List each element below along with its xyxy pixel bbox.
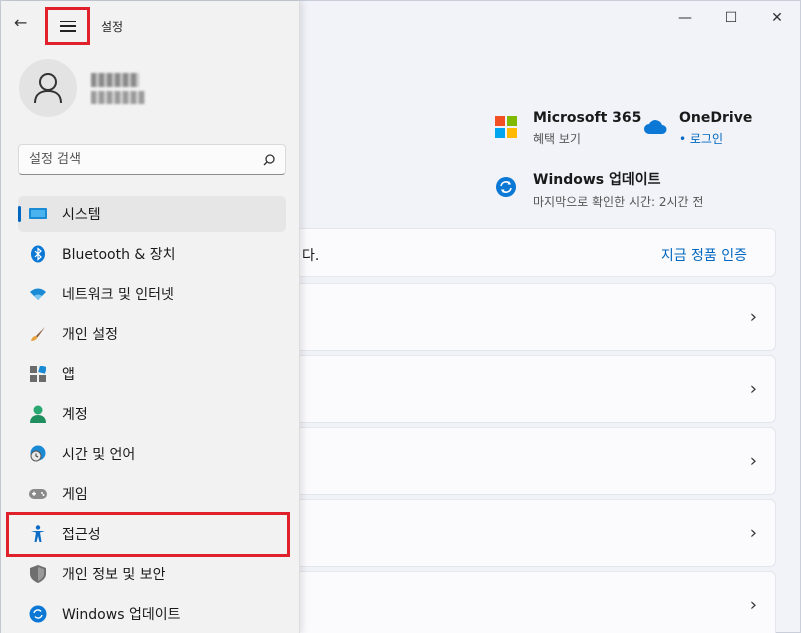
shield-icon <box>28 564 48 584</box>
gamepad-icon <box>28 484 48 504</box>
sidebar-item-system[interactable]: 시스템 <box>18 196 286 232</box>
windows-update-sub: 마지막으로 확인한 시간: 2시간 전 <box>533 195 704 209</box>
chevron-right-icon: › <box>749 522 757 544</box>
maximize-button[interactable]: ☐ <box>708 1 754 35</box>
search-icon <box>263 153 275 165</box>
sidebar-item-windows-update[interactable]: Windows 업데이트 <box>18 596 286 632</box>
nav-list: 시스템 Bluetooth & 장치 네트워크 및 인터넷 개인 설정 앱 계정… <box>18 196 286 633</box>
wifi-icon <box>28 284 48 304</box>
settings-card[interactable]: › <box>291 427 776 495</box>
apps-icon <box>28 364 48 384</box>
person-icon <box>34 73 62 104</box>
sidebar-item-accounts[interactable]: 계정 <box>18 396 286 432</box>
bluetooth-icon <box>28 244 48 264</box>
brush-icon <box>28 324 48 344</box>
sidebar-item-bluetooth[interactable]: Bluetooth & 장치 <box>18 236 286 272</box>
sidebar-item-label: 시스템 <box>62 207 101 223</box>
account-icon <box>28 404 48 424</box>
sidebar-item-network[interactable]: 네트워크 및 인터넷 <box>18 276 286 312</box>
onedrive-item[interactable]: OneDrive • 로그인 <box>643 110 752 147</box>
hamburger-icon <box>59 20 76 32</box>
sidebar-item-personalization[interactable]: 개인 설정 <box>18 316 286 352</box>
sidebar-item-label: 계정 <box>62 407 88 423</box>
settings-window: — ☐ ✕ Microsoft 365 혜택 보기 OneDrive • 로그인 <box>0 0 801 633</box>
sidebar-item-label: 앱 <box>62 367 75 383</box>
search-input[interactable] <box>29 152 263 167</box>
microsoft365-title: Microsoft 365 <box>533 110 642 126</box>
sidebar-item-label: 네트워크 및 인터넷 <box>62 287 174 303</box>
chevron-right-icon: › <box>749 594 757 616</box>
activate-now-link[interactable]: 지금 정품 인증 <box>661 245 747 265</box>
chevron-right-icon: › <box>749 306 757 328</box>
back-arrow-icon[interactable]: ← <box>14 13 27 32</box>
chevron-right-icon: › <box>749 450 757 472</box>
sidebar-item-label: 개인 설정 <box>62 327 118 343</box>
sidebar-item-privacy-security[interactable]: 개인 정보 및 보안 <box>18 556 286 592</box>
settings-card[interactable]: › <box>291 499 776 567</box>
microsoft-logo-icon <box>495 116 517 138</box>
sidebar-item-label: Bluetooth & 장치 <box>62 247 176 263</box>
window-title: 설정 <box>101 20 124 34</box>
avatar[interactable] <box>19 59 77 117</box>
sidebar-item-gaming[interactable]: 게임 <box>18 476 286 512</box>
microsoft365-sub: 혜택 보기 <box>533 132 581 146</box>
window-controls: — ☐ ✕ <box>662 1 800 35</box>
update-icon <box>28 604 48 624</box>
menu-button[interactable] <box>45 7 90 45</box>
sidebar-item-label: 개인 정보 및 보안 <box>62 567 166 583</box>
onedrive-sub: • 로그인 <box>679 132 724 146</box>
time-language-icon <box>28 444 48 464</box>
sidebar-item-apps[interactable]: 앱 <box>18 356 286 392</box>
close-button[interactable]: ✕ <box>754 1 800 35</box>
navigation-pane: ← 설정 시스템 <box>1 1 300 633</box>
minimize-button[interactable]: — <box>662 1 708 35</box>
user-email-blurred <box>91 91 145 104</box>
onedrive-title: OneDrive <box>679 110 753 126</box>
sidebar-item-label: 시간 및 언어 <box>62 447 136 463</box>
annotation-highlight <box>6 512 290 557</box>
search-box[interactable] <box>18 144 286 175</box>
activation-card: 다. 지금 정품 인증 <box>291 228 776 277</box>
user-name-blurred <box>91 73 139 87</box>
chevron-right-icon: › <box>749 378 757 400</box>
sidebar-item-label: 게임 <box>62 487 88 503</box>
cloud-icon <box>644 120 667 134</box>
microsoft365-item[interactable]: Microsoft 365 혜택 보기 <box>495 110 641 147</box>
settings-card[interactable]: › <box>291 571 776 633</box>
update-icon <box>496 177 516 197</box>
settings-card[interactable]: › <box>291 355 776 423</box>
sidebar-item-time-language[interactable]: 시간 및 언어 <box>18 436 286 472</box>
system-icon <box>28 204 48 224</box>
settings-card[interactable]: › <box>291 283 776 351</box>
sidebar-item-label: Windows 업데이트 <box>62 607 181 623</box>
windows-update-title: Windows 업데이트 <box>533 172 661 188</box>
activation-text: 다. <box>302 248 320 264</box>
windows-update-item[interactable]: Windows 업데이트 마지막으로 확인한 시간: 2시간 전 <box>495 169 703 210</box>
